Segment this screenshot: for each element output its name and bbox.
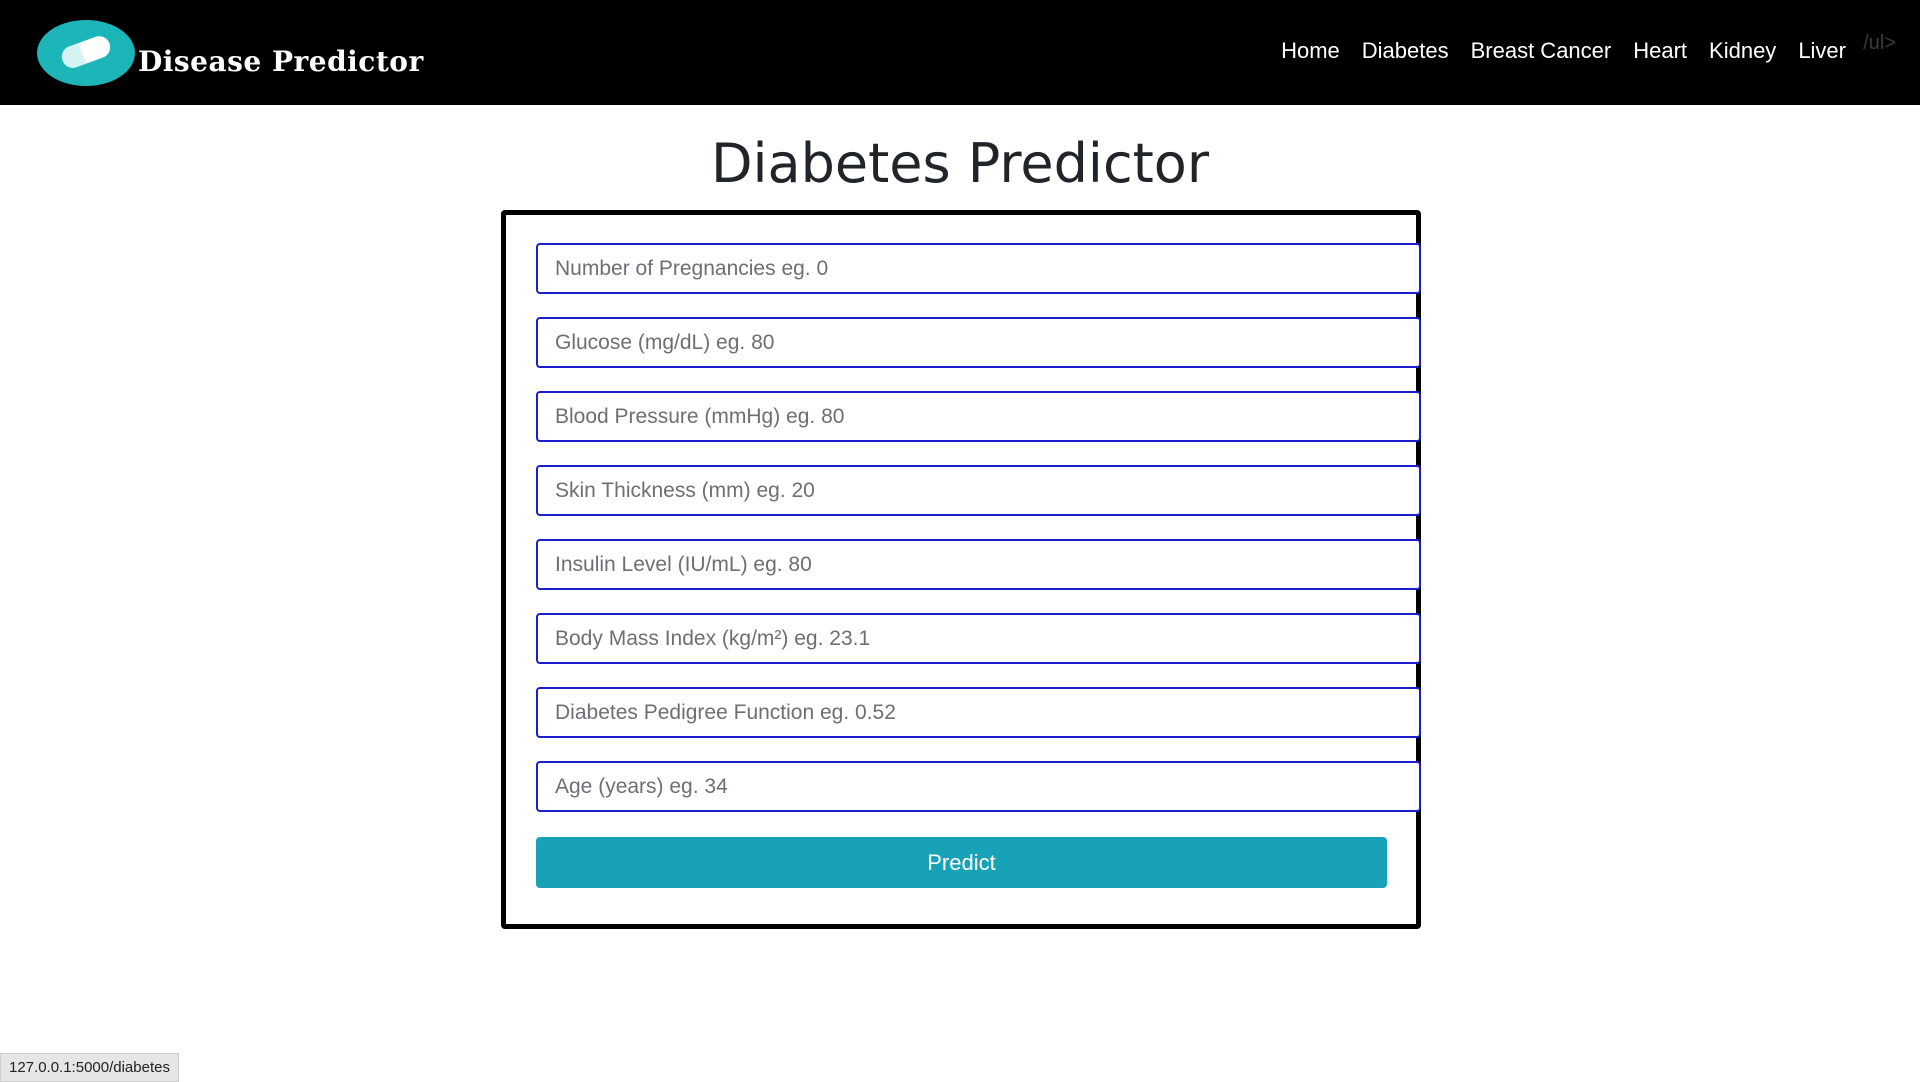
predict-button[interactable]: Predict: [536, 837, 1387, 888]
pedigree-function-input[interactable]: [536, 687, 1421, 738]
status-bar-url: 127.0.0.1:5000/diabetes: [0, 1053, 179, 1082]
glucose-input[interactable]: [536, 317, 1421, 368]
nav-link-breast-cancer[interactable]: Breast Cancer: [1471, 38, 1612, 64]
skin-thickness-input[interactable]: [536, 465, 1421, 516]
insulin-input[interactable]: [536, 539, 1421, 590]
navbar: Disease Predictor Home Diabetes Breast C…: [0, 0, 1920, 105]
stray-markup-text: /ul>: [1863, 32, 1896, 54]
nav-link-liver[interactable]: Liver: [1798, 38, 1846, 64]
pill-capsule-icon[interactable]: [37, 20, 135, 86]
age-input[interactable]: [536, 761, 1421, 812]
page-title: Diabetes Predictor: [710, 132, 1210, 195]
brand-name[interactable]: Disease Predictor: [138, 45, 424, 78]
diabetes-form: Predict: [501, 210, 1421, 929]
nav-link-diabetes[interactable]: Diabetes: [1362, 38, 1449, 64]
pill-shape: [58, 33, 114, 71]
blood-pressure-input[interactable]: [536, 391, 1421, 442]
nav-link-heart[interactable]: Heart: [1633, 38, 1687, 64]
nav-links: Home Diabetes Breast Cancer Heart Kidney…: [1281, 38, 1846, 64]
bmi-input[interactable]: [536, 613, 1421, 664]
nav-link-kidney[interactable]: Kidney: [1709, 38, 1776, 64]
pregnancies-input[interactable]: [536, 243, 1421, 294]
nav-link-home[interactable]: Home: [1281, 38, 1340, 64]
